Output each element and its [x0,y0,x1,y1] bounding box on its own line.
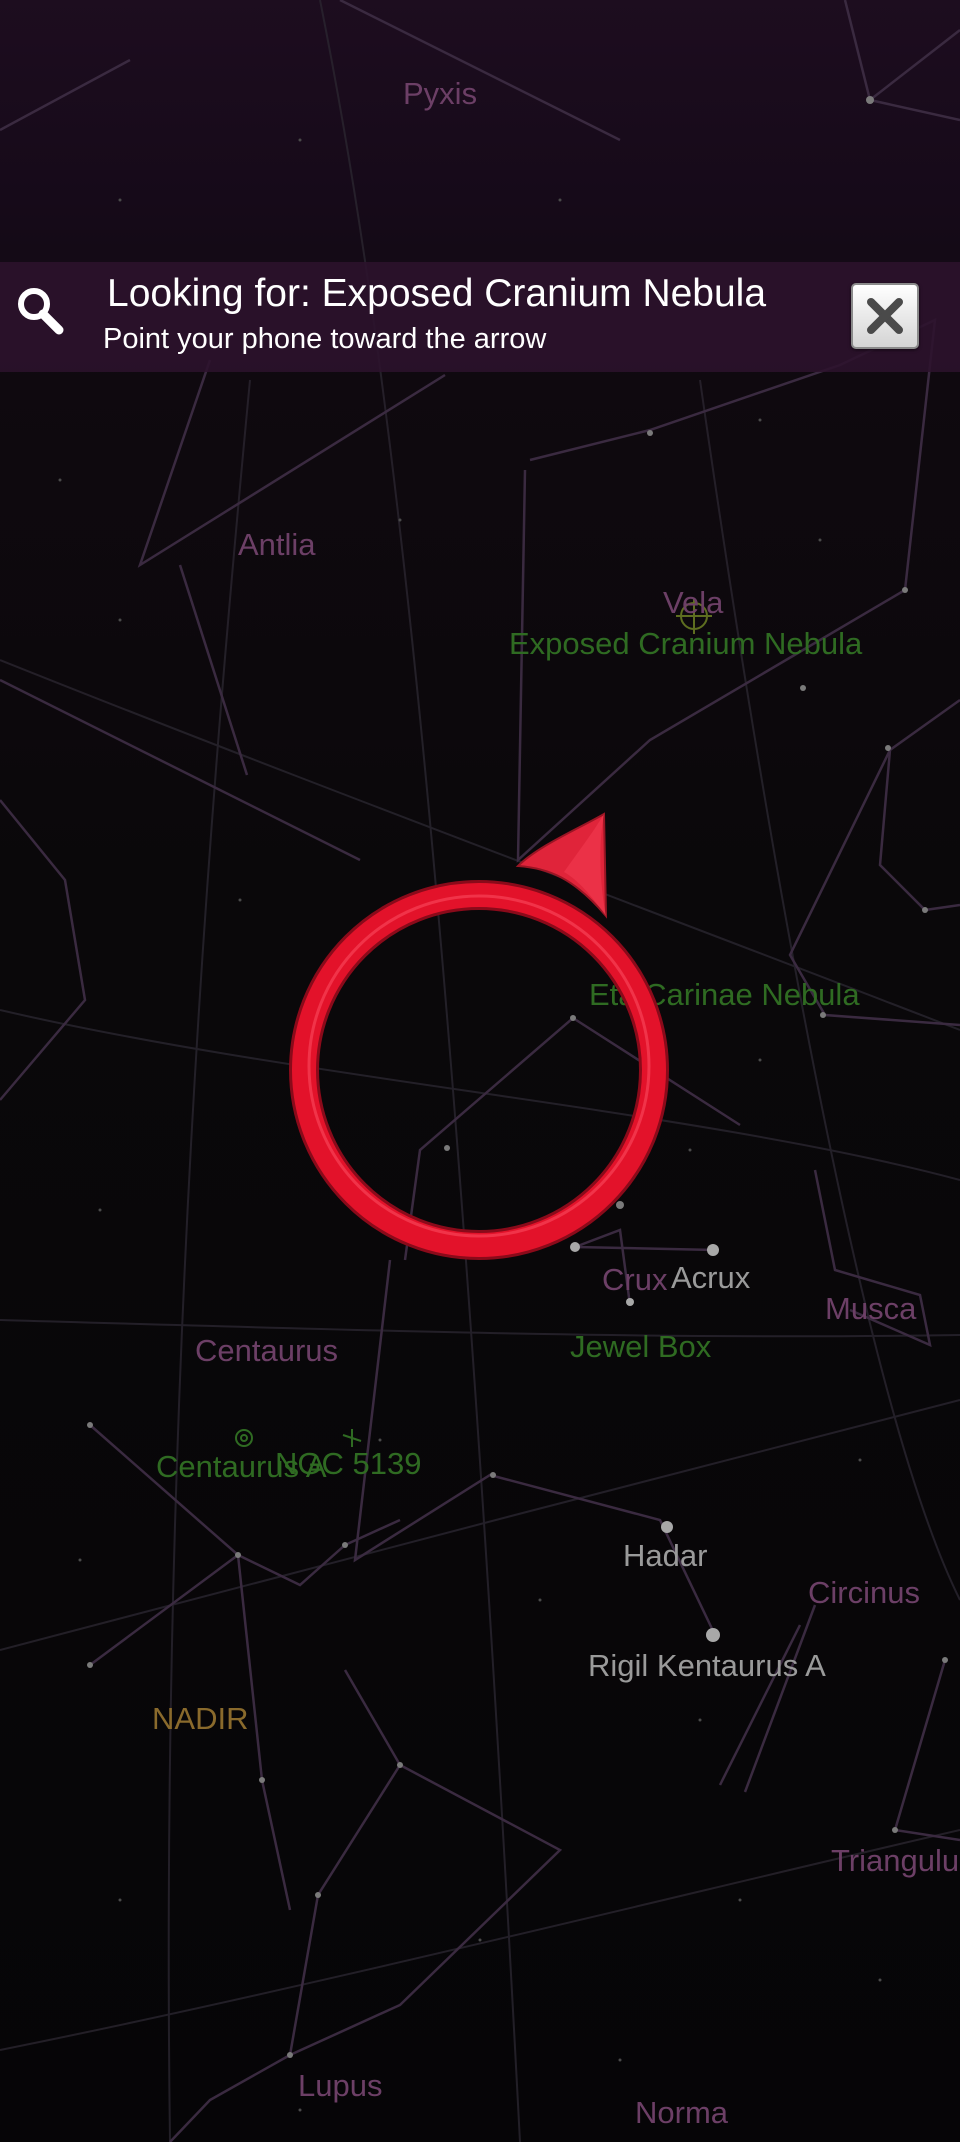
label-acrux[interactable]: Acrux [671,1262,750,1293]
search-title: Looking for: Exposed Cranium Nebula [107,272,767,315]
star-rigil-kentaurus [706,1628,720,1642]
search-subtitle: Point your phone toward the arrow [103,323,547,355]
star-hadar [661,1521,673,1533]
label-pyxis: Pyxis [403,76,478,111]
label-nadir: NADIR [152,1701,249,1736]
target-ring [289,880,669,1260]
label-lupus: Lupus [298,2068,383,2103]
label-rigil-kentaurus-a[interactable]: Rigil Kentaurus A [588,1650,826,1681]
bright-stars [570,1242,720,1642]
label-exposed-cranium-nebula[interactable]: Exposed Cranium Nebula [509,628,862,659]
label-antlia: Antlia [238,527,316,562]
close-search-button[interactable] [851,283,919,349]
star-crux [626,1298,634,1306]
star-acrux [707,1244,719,1256]
label-musca: Musca [825,1291,917,1326]
label-crux: Crux [602,1262,668,1297]
label-norma: Norma [635,2095,729,2130]
search-icon [10,282,70,342]
label-triangulum: Triangulu [831,1843,960,1878]
label-vela: Vela [663,585,724,620]
label-hadar[interactable]: Hadar [623,1540,707,1571]
close-icon [867,298,903,334]
label-centaurus: Centaurus [195,1333,339,1368]
label-ngc-5139[interactable]: NGC 5139 [275,1448,421,1479]
label-circinus: Circinus [808,1575,920,1610]
direction-arrow-icon [515,812,608,919]
label-jewel-box[interactable]: Jewel Box [570,1331,711,1362]
